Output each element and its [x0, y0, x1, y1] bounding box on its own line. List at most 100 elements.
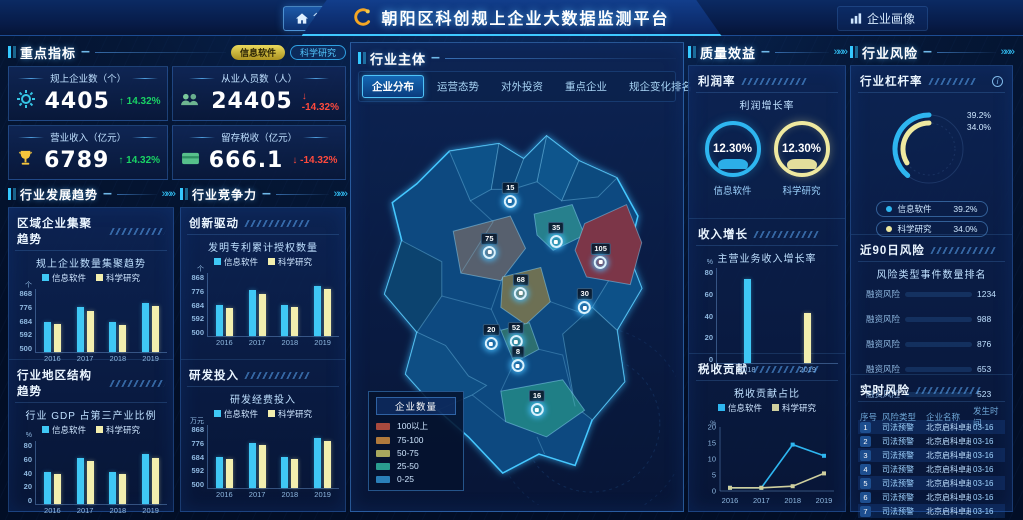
section-bars-icon — [8, 46, 11, 58]
map-legend-item: 50-75 — [376, 448, 456, 458]
chart-legend: 信息软件科学研究 — [15, 271, 167, 287]
map-marker[interactable]: 8 — [511, 346, 524, 372]
section-leverage: 行业杠杆率 i 39.2%34.0% 信息软件39.2% 科学研究34.0% — [851, 66, 1012, 234]
tab-企业分布[interactable]: 企业分布 — [362, 75, 424, 98]
district-map[interactable]: 15 75 35 105 68 30 20 52 8 16 企业数量 — [358, 106, 676, 505]
map-marker[interactable]: 16 — [529, 390, 545, 416]
section-title: 行业主体 — [370, 49, 426, 68]
map-marker[interactable]: 75 — [481, 233, 497, 259]
competitiveness-header: 行业竞争力 – »»» — [180, 184, 346, 204]
realtime-risk-table: 序号风险类型企业名称发生时间 1 司法预警北京启科卓越科技有限公司03-16 2… — [858, 405, 1005, 520]
section-regional-structure: 行业地区结构趋势 行业 GDP 占第三产业比例信息软件科学研究%80604020… — [9, 359, 173, 511]
tab-重点企业[interactable]: 重点企业 — [556, 76, 616, 97]
enterprise-pin-icon — [483, 246, 496, 259]
industry-dev-trend-column: 行业发展趋势 – »»» 区域企业集聚趋势 规上企业数量集聚趋势信息软件科学研究… — [8, 184, 174, 512]
hatch-decoration — [928, 78, 977, 85]
section-title: 质量效益 — [700, 43, 756, 62]
more-arrow-icon[interactable]: »»» — [162, 188, 174, 200]
table-row[interactable]: 6 司法预警北京启科卓越科技有限公司03-16 — [858, 490, 1005, 504]
subsection-title: 收入增长 — [698, 226, 748, 242]
row-index: 4 — [860, 464, 871, 475]
table-row[interactable]: 3 司法预警北京启科卓越科技有限公司03-16 — [858, 448, 1005, 462]
table-row[interactable]: 7 司法预警北京启科卓越科技有限公司03-16 — [858, 504, 1005, 518]
section-regional-agglomeration: 区域企业集聚趋势 规上企业数量集聚趋势信息软件科学研究个868776684592… — [9, 208, 173, 359]
legend-swatch — [376, 437, 390, 444]
risk-rank-row: 融资风险 1234 — [860, 288, 1003, 300]
marker-count: 8 — [512, 346, 524, 358]
enterprise-pin-icon — [504, 195, 517, 208]
more-arrow-icon[interactable]: »»» — [834, 46, 846, 58]
quality-column: 质量效益 – »»» 利润率 利润增长率 12.30% 信息软件 12.30% … — [688, 42, 846, 512]
svg-text:%: % — [710, 420, 716, 427]
enterprise-pin-icon — [511, 359, 524, 372]
trophy-icon — [16, 149, 35, 173]
top-header: 行业概览 朝阳区科创规上企业大数据监测平台 企业画像 — [0, 0, 1023, 36]
tab-运营态势[interactable]: 运营态势 — [428, 76, 488, 97]
legend-swatch — [376, 450, 390, 457]
svg-text:15: 15 — [708, 439, 716, 448]
section-recent-risk: 近90日风险 风险类型事件数量排名 融资风险 1234 融资风险 988 融资风… — [851, 234, 1012, 374]
chart-legend: 信息软件科学研究 — [187, 407, 339, 423]
info-icon[interactable]: i — [992, 76, 1003, 87]
industry-tags: 信息软件 科学研究 — [231, 45, 346, 60]
table-row[interactable]: 4 司法预警北京启科卓越科技有限公司03-16 — [858, 462, 1005, 476]
map-marker[interactable]: 68 — [513, 274, 529, 300]
map-legend-item: 100以上 — [376, 420, 456, 432]
tag-info-software[interactable]: 信息软件 — [231, 45, 285, 60]
tag-science-research[interactable]: 科学研究 — [290, 45, 346, 60]
hatch-decoration — [741, 78, 806, 85]
hatch-decoration — [109, 380, 166, 387]
section-title: 重点指标 — [20, 43, 76, 62]
gauge-label: 科学研究 — [782, 183, 820, 197]
kpi-value: 666.1 — [209, 148, 284, 173]
kpi-card: 规上企业数（个） 4405 ↑ 14.32% — [8, 66, 168, 121]
table-row[interactable]: 1 司法预警北京启科卓越科技有限公司03-16 — [858, 420, 1005, 434]
kpi-value: 24405 — [211, 89, 293, 114]
svg-text:2019: 2019 — [816, 496, 833, 505]
subsection-title: 创新驱动 — [189, 215, 239, 231]
svg-text:2016: 2016 — [722, 496, 739, 505]
kpi-label: 从业人员数（人） — [179, 71, 339, 85]
legend-swatch — [376, 476, 390, 483]
platform-logo-icon — [353, 7, 373, 27]
row-index: 7 — [860, 506, 871, 517]
subsection-title: 区域企业集聚趋势 — [17, 215, 104, 247]
svg-text:5: 5 — [712, 471, 716, 480]
subsection-title: 利润率 — [698, 73, 736, 89]
header-banner: 朝阳区科创规上企业大数据监测平台 — [302, 0, 722, 36]
kpi-label: 营业收入（亿元） — [15, 130, 161, 144]
risk-rank-row: 融资风险 876 — [860, 338, 1003, 350]
kpi-delta: ↓ -14.32% — [292, 155, 337, 166]
marker-count: 105 — [590, 243, 611, 255]
profit-gauge: 12.30% 信息软件 — [705, 121, 761, 197]
industry-body-header: 行业主体 – — [358, 48, 676, 68]
map-marker[interactable]: 105 — [590, 243, 611, 269]
chart-legend: 信息软件科学研究 — [15, 423, 167, 439]
row-index: 3 — [860, 450, 871, 461]
marker-count: 75 — [481, 233, 497, 245]
section-tax-contribution: 税收贡献 税收贡献占比信息软件科学研究20151050%201620172018… — [689, 353, 845, 511]
more-arrow-icon[interactable]: »»» — [1001, 46, 1013, 58]
dashboard-root: 行业概览 朝阳区科创规上企业大数据监测平台 企业画像 重点指标 – 信息软件 — [0, 0, 1023, 520]
tab-对外投资[interactable]: 对外投资 — [492, 76, 552, 97]
more-arrow-icon[interactable]: »»» — [334, 188, 346, 200]
marker-count: 16 — [529, 390, 545, 402]
map-marker[interactable]: 20 — [483, 324, 499, 350]
subsection-title: 行业杠杆率 — [860, 73, 923, 89]
map-tab-bar: 企业分布 运营态势 对外投资 重点企业 规企变化排名 — [358, 71, 676, 102]
nav-enterprise-portrait[interactable]: 企业画像 — [837, 6, 928, 31]
map-marker[interactable]: 35 — [548, 222, 564, 248]
table-row[interactable]: 2 司法预警北京启科卓越科技有限公司03-16 — [858, 434, 1005, 448]
home-icon — [296, 13, 308, 24]
kpi-delta: ↑ 14.32% — [119, 96, 161, 107]
kpi-cards: 规上企业数（个） 4405 ↑ 14.32% 从业人员数（人） 24405 ↓ … — [8, 66, 346, 180]
row-index: 5 — [860, 478, 871, 489]
map-marker[interactable]: 15 — [502, 182, 518, 208]
map-marker[interactable]: 30 — [577, 288, 593, 314]
table-row[interactable]: 5 司法预警北京启科卓越科技有限公司03-16 — [858, 476, 1005, 490]
section-income-growth: 收入增长 主营业务收入增长率%80604020020182019 — [689, 218, 845, 353]
map-marker[interactable]: 52 — [508, 322, 524, 348]
key-indicators-header: 重点指标 – 信息软件 科学研究 — [8, 42, 346, 62]
chart-gdp-share: 行业 GDP 占第三产业比例信息软件科学研究%80604020020162017… — [15, 403, 167, 509]
subsection-title: 近90日风险 — [860, 242, 925, 258]
